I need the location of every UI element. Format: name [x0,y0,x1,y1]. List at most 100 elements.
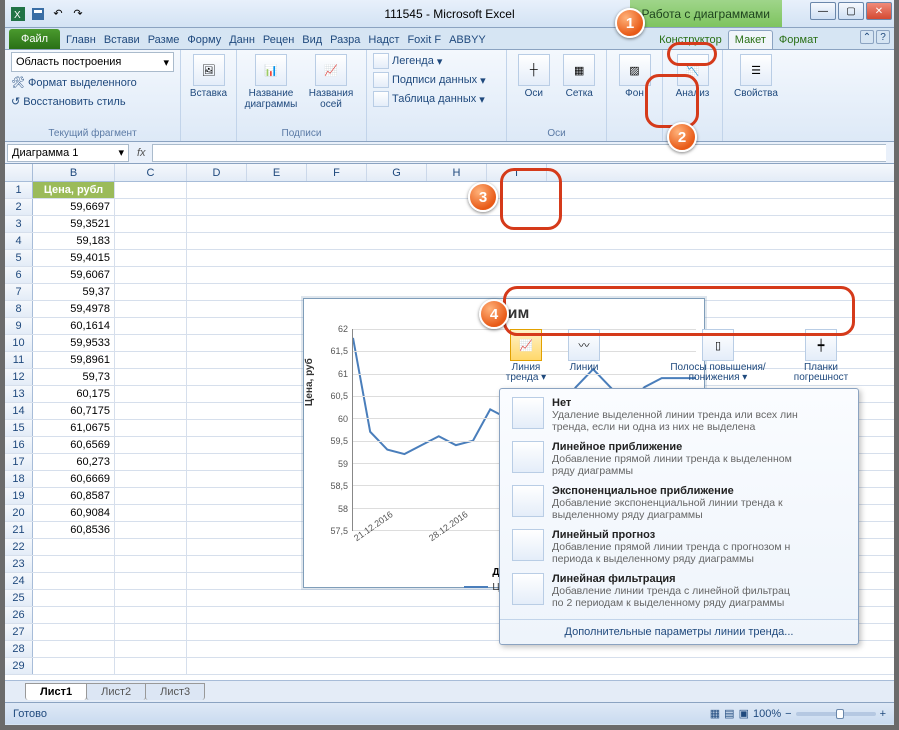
tab-chart-format[interactable]: Формат [773,31,824,49]
analysis-button[interactable]: 📉Анализ [669,52,716,99]
col-header[interactable]: D [187,164,247,181]
minimize-button[interactable]: — [810,2,836,20]
data-cell[interactable]: 60,9084 [33,505,115,521]
more-trendline-options[interactable]: Дополнительные параметры линии тренда... [500,619,858,644]
data-cell[interactable]: 60,8587 [33,488,115,504]
data-cell[interactable]: 60,8536 [33,522,115,538]
undo-icon[interactable]: ↶ [49,5,67,23]
tab-file[interactable]: Файл [9,29,60,49]
tab-abbyy[interactable]: ABBYY [445,31,490,49]
close-button[interactable]: ✕ [866,2,892,20]
data-table-icon [373,91,389,107]
formula-bar: Диаграмма 1▾ fx [5,142,894,164]
group-label-labels: Подписи [243,128,360,141]
properties-icon: ☰ [740,54,772,86]
trendline-option-icon [512,573,544,605]
format-selection-button[interactable]: 🛠Формат выделенного [11,74,174,91]
help-icon[interactable]: ? [876,30,890,44]
data-cell[interactable]: 60,7175 [33,403,115,419]
updown-bars-button[interactable]: ▯Полосы повышения/понижения ▾ [659,329,777,389]
tab-review[interactable]: Рецен [259,31,298,49]
data-cell[interactable]: 59,183 [33,233,115,249]
data-cell[interactable]: 60,175 [33,386,115,402]
data-cell[interactable]: 59,8961 [33,352,115,368]
data-cell[interactable]: 60,273 [33,454,115,470]
data-cell[interactable]: 59,6697 [33,199,115,215]
tab-formulas[interactable]: Форму [183,31,225,49]
data-cell[interactable]: 59,4978 [33,301,115,317]
data-cell[interactable]: 59,4015 [33,250,115,266]
legend-button[interactable]: Легенда ▾ [373,52,442,70]
col-header[interactable]: E [247,164,307,181]
trendline-option[interactable]: НетУдаление выделенной линии тренда или … [506,393,852,437]
data-cell[interactable]: 59,3521 [33,216,115,232]
name-box[interactable]: Диаграмма 1▾ [7,144,129,162]
sheet-tab[interactable]: Лист3 [145,683,205,700]
data-cell[interactable]: 61,0675 [33,420,115,436]
tab-foxit[interactable]: Foxit F [403,31,445,49]
background-button[interactable]: ▨Фон [613,52,656,99]
tab-addins[interactable]: Надст [364,31,403,49]
data-cell[interactable]: 59,9533 [33,335,115,351]
trendline-option[interactable]: Линейный прогнозДобавление прямой линии … [506,525,852,569]
select-all-corner[interactable] [5,164,33,181]
tab-home[interactable]: Главн [62,31,100,49]
sheet-tab[interactable]: Лист1 [25,683,87,700]
axis-titles-button[interactable]: 📈Названия осей [303,52,359,110]
col-header[interactable]: F [307,164,367,181]
properties-button[interactable]: ☰Свойства [729,52,783,99]
axes-button[interactable]: ┼Оси [513,52,555,99]
view-normal-icon[interactable]: ▦ [710,707,720,720]
qat: X ↶ ↷ [5,5,91,23]
tab-pagelayout[interactable]: Разме [144,31,184,49]
chart-element-selector[interactable]: Область построения▾ [11,52,174,72]
trendline-button[interactable]: 📈Линия тренда ▾ [501,329,551,389]
trendline-option[interactable]: Линейное приближениеДобавление прямой ли… [506,437,852,481]
background-icon: ▨ [619,54,651,86]
zoom-slider[interactable] [796,712,876,716]
lines-button[interactable]: 〰Линии [559,329,609,389]
formula-input[interactable] [152,144,886,162]
gridlines-button[interactable]: ▦Сетка [559,52,601,99]
zoom-out-button[interactable]: − [785,708,791,720]
col-header[interactable]: G [367,164,427,181]
data-cell[interactable]: 59,73 [33,369,115,385]
col-header[interactable]: I [487,164,547,181]
view-pagebreak-icon[interactable]: ▣ [739,707,749,720]
col-header[interactable]: C [115,164,187,181]
data-cell[interactable]: 59,37 [33,284,115,300]
data-cell[interactable]: 60,6669 [33,471,115,487]
axis-titles-icon: 📈 [315,54,347,86]
data-cell[interactable]: 60,6569 [33,437,115,453]
chart-title-button[interactable]: 📊Название диаграммы [243,52,299,110]
data-table-button[interactable]: Таблица данных ▾ [373,90,485,108]
data-labels-button[interactable]: Подписи данных ▾ [373,71,486,89]
error-bars-button[interactable]: ┿Планки погрешност [785,329,857,389]
save-icon[interactable] [29,5,47,23]
status-ready: Готово [13,708,47,720]
tab-chart-design[interactable]: Конструктор [653,31,728,49]
tab-data[interactable]: Данн [225,31,259,49]
excel-icon[interactable]: X [9,5,27,23]
data-cell[interactable]: 59,6067 [33,267,115,283]
col-header[interactable]: H [427,164,487,181]
minimize-ribbon-icon[interactable]: ⌃ [860,30,874,44]
reset-style-button[interactable]: ↺Восстановить стиль [11,93,174,110]
tab-insert[interactable]: Встави [100,31,144,49]
sheet-tab[interactable]: Лист2 [86,683,146,700]
zoom-level[interactable]: 100% [753,708,781,720]
trendline-option[interactable]: Экспоненциальное приближениеДобавление э… [506,481,852,525]
view-layout-icon[interactable]: ▤ [724,707,734,720]
data-cell[interactable]: 60,1614 [33,318,115,334]
tab-view[interactable]: Вид [298,31,326,49]
trendline-option[interactable]: Линейная фильтрацияДобавление линии трен… [506,569,852,613]
zoom-in-button[interactable]: + [880,708,886,720]
col-header[interactable]: B [33,164,115,181]
fx-icon[interactable]: fx [131,147,152,159]
tab-developer[interactable]: Разра [326,31,364,49]
trendline-option-icon [512,397,544,429]
insert-shape-button[interactable]: 🖼Вставка [187,52,230,99]
tab-chart-layout[interactable]: Макет [728,30,773,49]
redo-icon[interactable]: ↷ [69,5,87,23]
maximize-button[interactable]: ▢ [838,2,864,20]
